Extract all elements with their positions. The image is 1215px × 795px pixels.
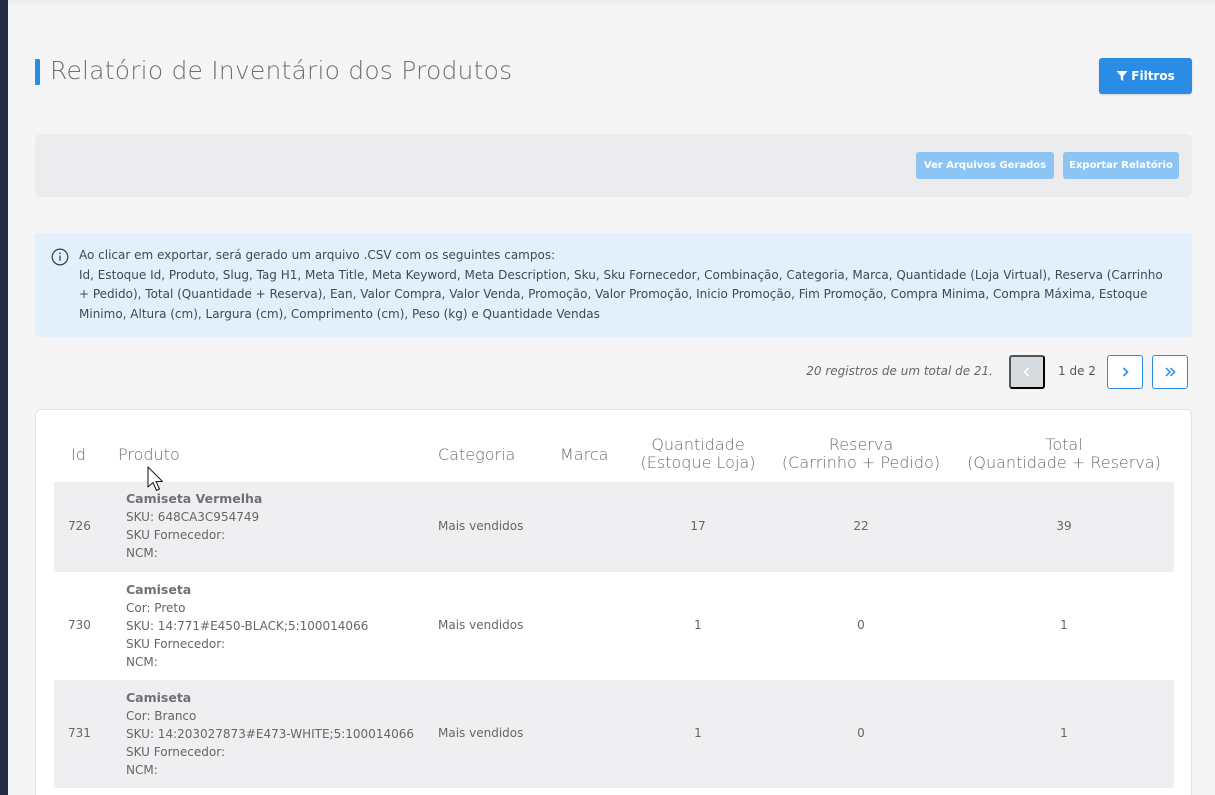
product-supplier-sku: SKU Fornecedor: (126, 745, 225, 759)
column-header-total[interactable]: Total (Quantidade + Reserva) (962, 436, 1166, 472)
table-row[interactable]: 731 Camiseta Cor: Branco SKU: 14:2030278… (54, 680, 1174, 788)
product-ncm: NCM: (126, 655, 158, 669)
row-total: 1 (1060, 726, 1068, 740)
row-id: 726 (68, 519, 91, 533)
column-header-reserve-line1: Reserva (828, 435, 894, 454)
chevron-right-icon (1122, 367, 1129, 377)
column-header-brand[interactable]: Marca (560, 446, 608, 464)
column-header-reserve[interactable]: Reserva (Carrinho + Pedido) (776, 436, 946, 472)
column-header-total-line2: (Quantidade + Reserva) (967, 453, 1161, 472)
export-info-alert: Ao clicar em exportar, será gerado um ar… (35, 233, 1192, 337)
row-product: Camiseta Vermelha SKU: 648CA3C954749 SKU… (126, 490, 262, 562)
product-sku: SKU: 14:771#E450-BLACK;5:100014066 (126, 619, 369, 633)
product-sku: SKU: 14:203027873#E473-WHITE;5:100014066 (126, 727, 414, 741)
next-page-button[interactable] (1107, 355, 1143, 389)
product-name: Camiseta (126, 690, 192, 705)
table-row[interactable]: 726 Camiseta Vermelha SKU: 648CA3C954749… (54, 482, 1174, 572)
product-ncm: NCM: (126, 546, 158, 560)
row-reserve: 0 (857, 618, 865, 632)
filters-button-label: Filtros (1131, 69, 1175, 83)
topbar-shadow (8, 0, 1215, 8)
column-header-quantity-line1: Quantidade (651, 435, 745, 454)
row-quantity: 1 (694, 726, 702, 740)
row-id: 731 (68, 726, 91, 740)
page-header: Relatório de Inventário dos Produtos Fil… (35, 56, 1192, 96)
row-product: Camiseta Cor: Branco SKU: 14:203027873#E… (126, 689, 414, 779)
page-title: Relatório de Inventário dos Produtos (50, 56, 513, 85)
row-quantity: 17 (690, 519, 706, 533)
row-total: 1 (1060, 618, 1068, 632)
filter-icon (1116, 71, 1128, 81)
title-accent-bar (35, 59, 40, 85)
pagination-page-indicator: 1 de 2 (1058, 364, 1096, 378)
column-header-quantity[interactable]: Quantidade (Estoque Loja) (640, 436, 756, 472)
column-header-reserve-line2: (Carrinho + Pedido) (781, 453, 941, 472)
chevrons-double-right-icon (1165, 367, 1176, 377)
column-header-id[interactable]: Id (71, 446, 86, 464)
product-color: Cor: Preto (126, 601, 186, 615)
mouse-cursor-icon (147, 466, 164, 492)
row-id: 730 (68, 618, 91, 632)
product-color: Cor: Branco (126, 709, 197, 723)
row-category: Mais vendidos (438, 519, 524, 533)
product-sku: SKU: 648CA3C954749 (126, 510, 260, 524)
previous-page-button[interactable] (1009, 355, 1045, 389)
product-ncm: NCM: (126, 763, 158, 777)
row-category: Mais vendidos (438, 618, 524, 632)
column-header-product[interactable]: Produto (118, 446, 180, 464)
action-panel: Ver Arquivos Gerados Exportar Relatório (35, 134, 1192, 197)
view-generated-files-button[interactable]: Ver Arquivos Gerados (916, 152, 1054, 179)
row-reserve: 0 (857, 726, 865, 740)
product-supplier-sku: SKU Fornecedor: (126, 637, 225, 651)
column-header-total-line1: Total (1045, 435, 1083, 454)
product-name: Camiseta (126, 582, 192, 597)
left-sidebar-rail (0, 0, 8, 795)
export-info-fields: Id, Estoque Id, Produto, Slug, Tag H1, M… (79, 267, 1163, 321)
row-quantity: 1 (694, 618, 702, 632)
last-page-button[interactable] (1152, 355, 1188, 389)
column-header-quantity-line2: (Estoque Loja) (640, 453, 756, 472)
row-category: Mais vendidos (438, 726, 524, 740)
row-total: 39 (1056, 519, 1072, 533)
pagination-summary: 20 registros de um total de 21. (806, 364, 993, 378)
column-header-category[interactable]: Categoria (438, 446, 515, 464)
inventory-table: Id Produto Categoria Marca Quantidade (E… (35, 409, 1192, 795)
export-info-text: Ao clicar em exportar, será gerado um ar… (79, 246, 1169, 324)
row-product: Camiseta Cor: Preto SKU: 14:771#E450-BLA… (126, 581, 368, 671)
filters-button[interactable]: Filtros (1099, 58, 1192, 94)
chevron-left-icon (1023, 367, 1030, 377)
product-supplier-sku: SKU Fornecedor: (126, 528, 225, 542)
row-reserve: 22 (853, 519, 869, 533)
export-info-intro: Ao clicar em exportar, será gerado um ar… (79, 248, 556, 262)
info-circle-icon (51, 248, 69, 266)
table-row[interactable]: 730 Camiseta Cor: Preto SKU: 14:771#E450… (54, 572, 1174, 680)
export-report-button[interactable]: Exportar Relatório (1063, 152, 1179, 179)
